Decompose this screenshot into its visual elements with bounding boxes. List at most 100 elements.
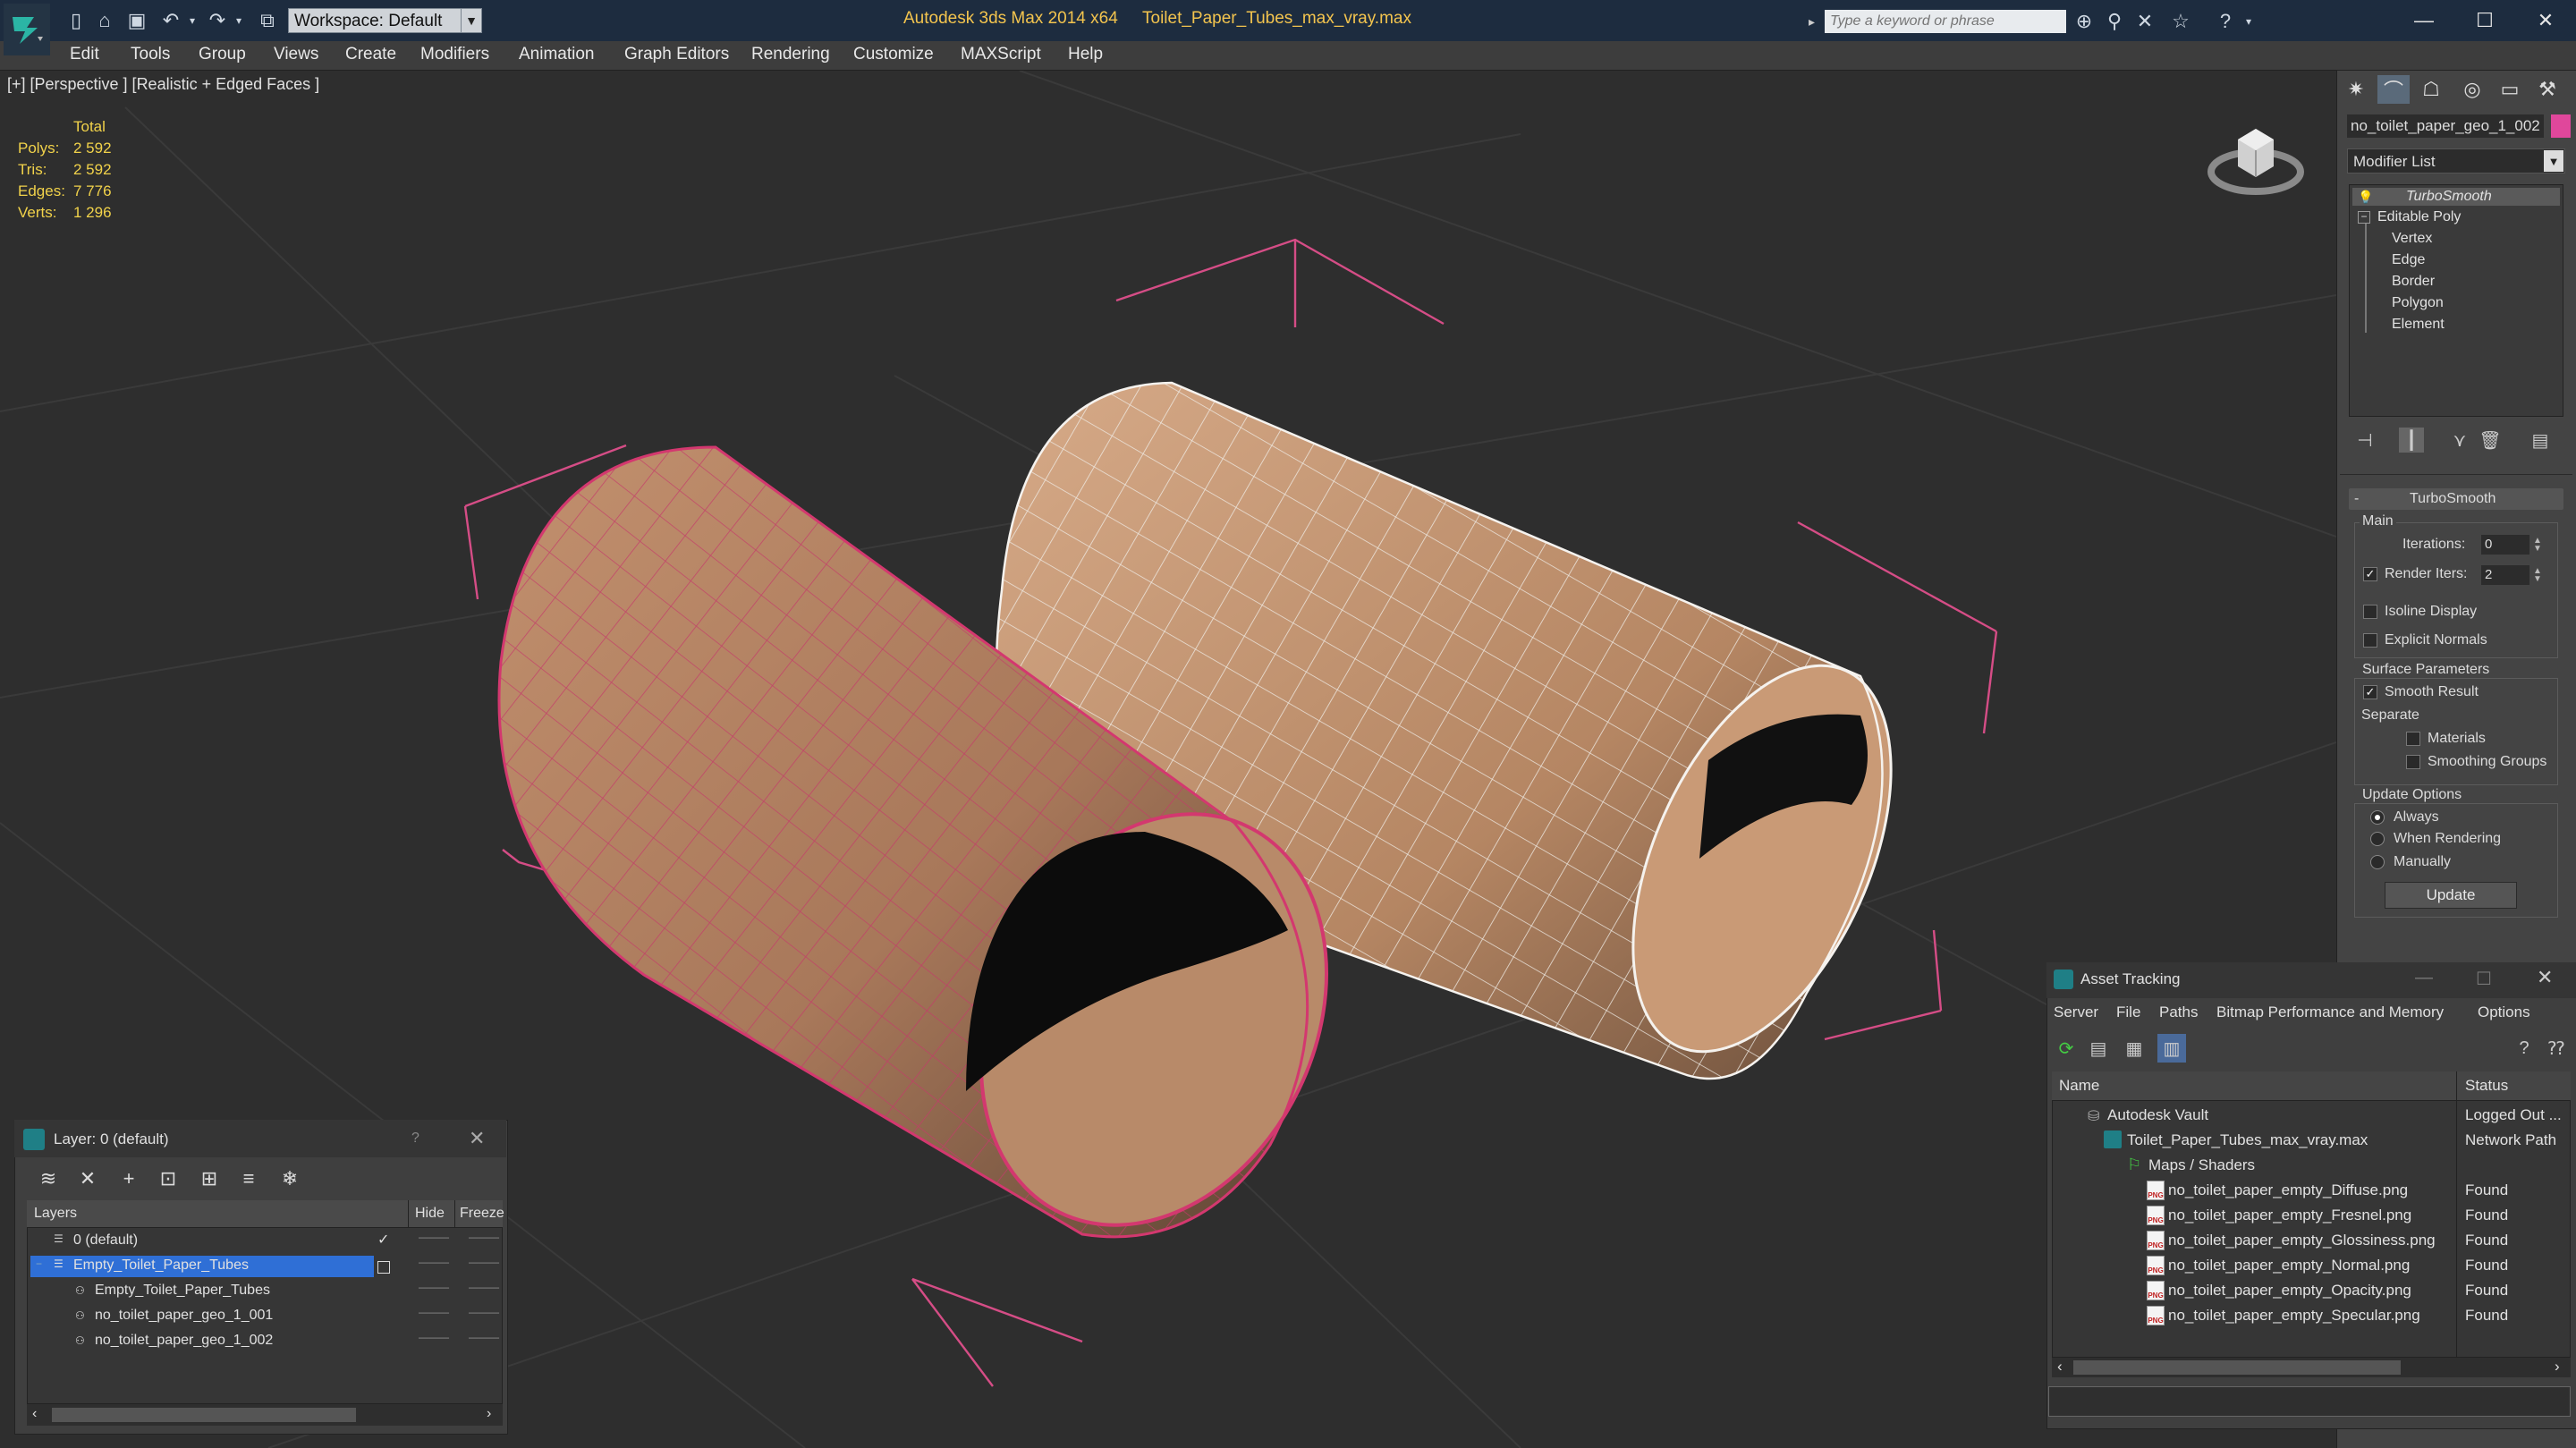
- expand-minus-icon[interactable]: −: [36, 1257, 42, 1270]
- save-icon[interactable]: ▣: [125, 9, 148, 32]
- project-folder-icon[interactable]: ⧉: [256, 9, 279, 32]
- maximize-button[interactable]: ☐: [2460, 4, 2510, 38]
- highlight-selected-icon[interactable]: ⊞: [195, 1164, 224, 1193]
- help-dropdown-icon[interactable]: ▾: [2236, 9, 2261, 34]
- refresh-icon[interactable]: ⟳: [2052, 1034, 2080, 1063]
- layer-panel-close-icon[interactable]: ✕: [469, 1127, 485, 1150]
- search-expand-icon[interactable]: ▸: [1809, 10, 1823, 33]
- freeze-toggle[interactable]: ───: [469, 1281, 499, 1297]
- layer-object-name[interactable]: Empty_Toilet_Paper_Tubes: [95, 1283, 270, 1299]
- modifier-list-dropdown[interactable]: Modifier List: [2347, 148, 2565, 174]
- pin-stack-icon[interactable]: ⊣: [2352, 428, 2377, 453]
- menu-maxscript[interactable]: MAXScript: [961, 45, 1041, 64]
- scroll-left-icon[interactable]: ‹: [32, 1406, 37, 1422]
- asset-menu-file[interactable]: File: [2116, 1003, 2140, 1021]
- col-header-freeze[interactable]: Freeze: [460, 1206, 504, 1222]
- undo-dropdown-icon[interactable]: ▾: [181, 9, 204, 32]
- layer-name[interactable]: Empty_Toilet_Paper_Tubes: [73, 1257, 249, 1274]
- search-input[interactable]: [1825, 10, 2066, 33]
- add-to-layer-icon[interactable]: +: [114, 1164, 143, 1193]
- asset-help-icon[interactable]: ?: [2510, 1034, 2538, 1063]
- menu-tools[interactable]: Tools: [131, 45, 170, 64]
- asset-name[interactable]: no_toilet_paper_empty_Fresnel.png: [2168, 1207, 2411, 1224]
- communication-icon[interactable]: ✕: [2132, 9, 2157, 34]
- table-view-icon[interactable]: ▦: [2120, 1034, 2148, 1063]
- asset-menu-paths[interactable]: Paths: [2159, 1003, 2198, 1021]
- redo-dropdown-icon[interactable]: ▾: [227, 9, 250, 32]
- menu-graph-editors[interactable]: Graph Editors: [624, 45, 729, 64]
- always-radio[interactable]: [2370, 810, 2385, 825]
- asset-name[interactable]: Autodesk Vault: [2107, 1106, 2208, 1124]
- iterations-spinner-arrows-icon[interactable]: ▲ ▼: [2531, 535, 2544, 555]
- object-color-swatch[interactable]: [2551, 114, 2571, 138]
- scroll-left-icon[interactable]: ‹: [2057, 1358, 2063, 1376]
- col-header-status[interactable]: Status: [2465, 1077, 2508, 1095]
- asset-name[interactable]: no_toilet_paper_empty_Diffuse.png: [2168, 1181, 2408, 1199]
- hide-all-layers-icon[interactable]: ≡: [234, 1164, 263, 1193]
- materials-checkbox[interactable]: [2406, 732, 2420, 746]
- stack-sub-border[interactable]: Border: [2392, 274, 2435, 290]
- delete-layer-icon[interactable]: ✕: [73, 1164, 102, 1193]
- asset-menu-server[interactable]: Server: [2054, 1003, 2098, 1021]
- col-header-hide[interactable]: Hide: [415, 1206, 445, 1222]
- new-file-icon[interactable]: ▯: [64, 9, 88, 32]
- isoline-display-checkbox[interactable]: [2363, 605, 2377, 619]
- list-view-icon[interactable]: ▤: [2084, 1034, 2113, 1063]
- asset-name[interactable]: no_toilet_paper_empty_Normal.png: [2168, 1257, 2410, 1274]
- hide-toggle[interactable]: ───: [419, 1306, 449, 1322]
- viewcube-icon[interactable]: [2206, 113, 2306, 202]
- freeze-toggle[interactable]: ───: [469, 1256, 499, 1272]
- make-unique-icon[interactable]: ⋎: [2447, 428, 2472, 453]
- close-window-button[interactable]: ✕: [2521, 4, 2571, 38]
- asset-menu-options[interactable]: Options: [2478, 1003, 2530, 1021]
- viewport-label[interactable]: [+] [Perspective ] [Realistic + Edged Fa…: [7, 75, 319, 94]
- menu-create[interactable]: Create: [345, 45, 396, 64]
- stack-sub-edge[interactable]: Edge: [2392, 252, 2425, 268]
- asset-close-button[interactable]: ✕: [2537, 966, 2553, 989]
- menu-modifiers[interactable]: Modifiers: [420, 45, 489, 64]
- select-highlighted-icon[interactable]: ⊡: [154, 1164, 182, 1193]
- hide-toggle[interactable]: ───: [419, 1281, 449, 1297]
- new-layer-icon[interactable]: ≋: [34, 1164, 63, 1193]
- update-button[interactable]: Update: [2385, 882, 2517, 909]
- workspace-dropdown[interactable]: Workspace: Default: [288, 8, 467, 33]
- freeze-toggle[interactable]: ───: [469, 1231, 499, 1247]
- create-tab-sun-icon[interactable]: ✷: [2340, 75, 2372, 104]
- asset-context-help-icon[interactable]: ⁇: [2542, 1034, 2571, 1063]
- asset-name[interactable]: no_toilet_paper_empty_Glossiness.png: [2168, 1232, 2436, 1249]
- minimize-button[interactable]: —: [2399, 4, 2449, 38]
- modify-tab-icon[interactable]: ⌒: [2377, 75, 2410, 104]
- col-header-name[interactable]: Name: [2059, 1077, 2099, 1095]
- open-file-icon[interactable]: ⌂: [93, 9, 116, 32]
- hide-toggle[interactable]: ───: [419, 1256, 449, 1272]
- stack-sub-polygon[interactable]: Polygon: [2392, 295, 2444, 311]
- render-iters-spinner-arrows-icon[interactable]: ▲ ▼: [2531, 565, 2544, 585]
- asset-name[interactable]: no_toilet_paper_empty_Specular.png: [2168, 1307, 2420, 1325]
- scrollbar-thumb[interactable]: [2073, 1360, 2401, 1375]
- layer-panel-help-icon[interactable]: ?: [411, 1130, 419, 1147]
- stack-item-editable-poly[interactable]: Editable Poly: [2377, 209, 2461, 225]
- scroll-right-icon[interactable]: ›: [487, 1406, 491, 1422]
- asset-maximize-button[interactable]: ☐: [2476, 968, 2492, 990]
- menu-group[interactable]: Group: [199, 45, 246, 64]
- layer-object-name[interactable]: no_toilet_paper_geo_1_002: [95, 1333, 273, 1349]
- iterations-spinner[interactable]: 0: [2481, 535, 2529, 555]
- col-header-layers[interactable]: Layers: [34, 1206, 77, 1222]
- asset-name[interactable]: Maps / Shaders: [2148, 1156, 2255, 1174]
- layer-name[interactable]: 0 (default): [73, 1232, 138, 1249]
- set-current-box-icon[interactable]: [377, 1261, 390, 1274]
- menu-help[interactable]: Help: [1068, 45, 1103, 64]
- app-logo-icon[interactable]: [4, 4, 50, 55]
- freeze-toggle[interactable]: ───: [469, 1331, 499, 1347]
- asset-name[interactable]: Toilet_Paper_Tubes_max_vray.max: [2127, 1131, 2368, 1149]
- render-iters-checkbox[interactable]: ✓: [2363, 567, 2377, 581]
- stack-sub-element[interactable]: Element: [2392, 317, 2445, 333]
- when-rendering-radio[interactable]: [2370, 832, 2385, 846]
- smoothing-groups-checkbox[interactable]: [2406, 755, 2420, 769]
- binoculars-icon[interactable]: ⊕: [2072, 9, 2097, 34]
- configure-modifier-sets-icon[interactable]: ▤: [2528, 428, 2553, 453]
- show-end-result-icon[interactable]: ┃: [2399, 428, 2424, 453]
- scroll-right-icon[interactable]: ›: [2555, 1358, 2560, 1376]
- subscription-icon[interactable]: ⚲: [2102, 9, 2127, 34]
- utilities-tab-icon[interactable]: ⚒: [2531, 75, 2563, 104]
